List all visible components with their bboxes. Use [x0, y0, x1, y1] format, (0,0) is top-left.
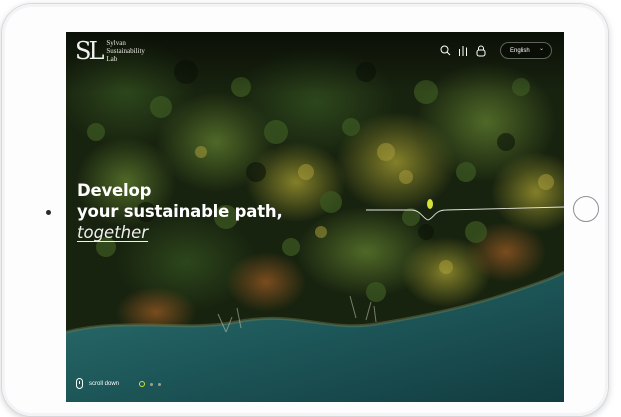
search-icon[interactable]	[438, 44, 452, 58]
carousel-dot-3[interactable]	[158, 382, 161, 386]
carousel-dots	[139, 381, 166, 387]
hero-line-2: your sustainable path,	[77, 202, 283, 221]
lock-icon[interactable]	[474, 44, 488, 58]
scroll-down-button[interactable]: scroll down	[76, 378, 119, 389]
header-actions: English ⌄	[438, 42, 552, 59]
camera-dot	[46, 210, 51, 215]
hero-line-1: Develop	[77, 181, 152, 200]
home-button[interactable]	[573, 196, 599, 222]
language-value: English	[510, 47, 530, 54]
website-screen: SL Sylvan Sustainability Lab English ⌄ D…	[66, 32, 564, 402]
brand-logo[interactable]: SL Sylvan Sustainability Lab	[75, 38, 145, 64]
logo-line-2: Sustainability	[106, 47, 145, 55]
hero-heading: Develop your sustainable path, together	[77, 180, 283, 244]
mouse-icon	[76, 378, 83, 389]
bars-icon[interactable]	[456, 44, 470, 58]
logo-line-1: Sylvan	[106, 39, 126, 47]
tablet-frame: SL Sylvan Sustainability Lab English ⌄ D…	[2, 4, 608, 416]
chevron-down-icon: ⌄	[538, 46, 544, 52]
accent-glow-dot	[427, 199, 433, 209]
language-select[interactable]: English ⌄	[500, 42, 552, 59]
scroll-down-label: scroll down	[89, 380, 120, 387]
carousel-dot-1[interactable]	[139, 381, 145, 387]
logo-mark: SL	[75, 37, 104, 65]
hero-accent-link[interactable]: together	[77, 222, 283, 244]
logo-wordmark: Sylvan Sustainability Lab	[106, 39, 145, 63]
carousel-dot-2[interactable]	[150, 382, 153, 386]
logo-line-3: Lab	[106, 55, 118, 63]
